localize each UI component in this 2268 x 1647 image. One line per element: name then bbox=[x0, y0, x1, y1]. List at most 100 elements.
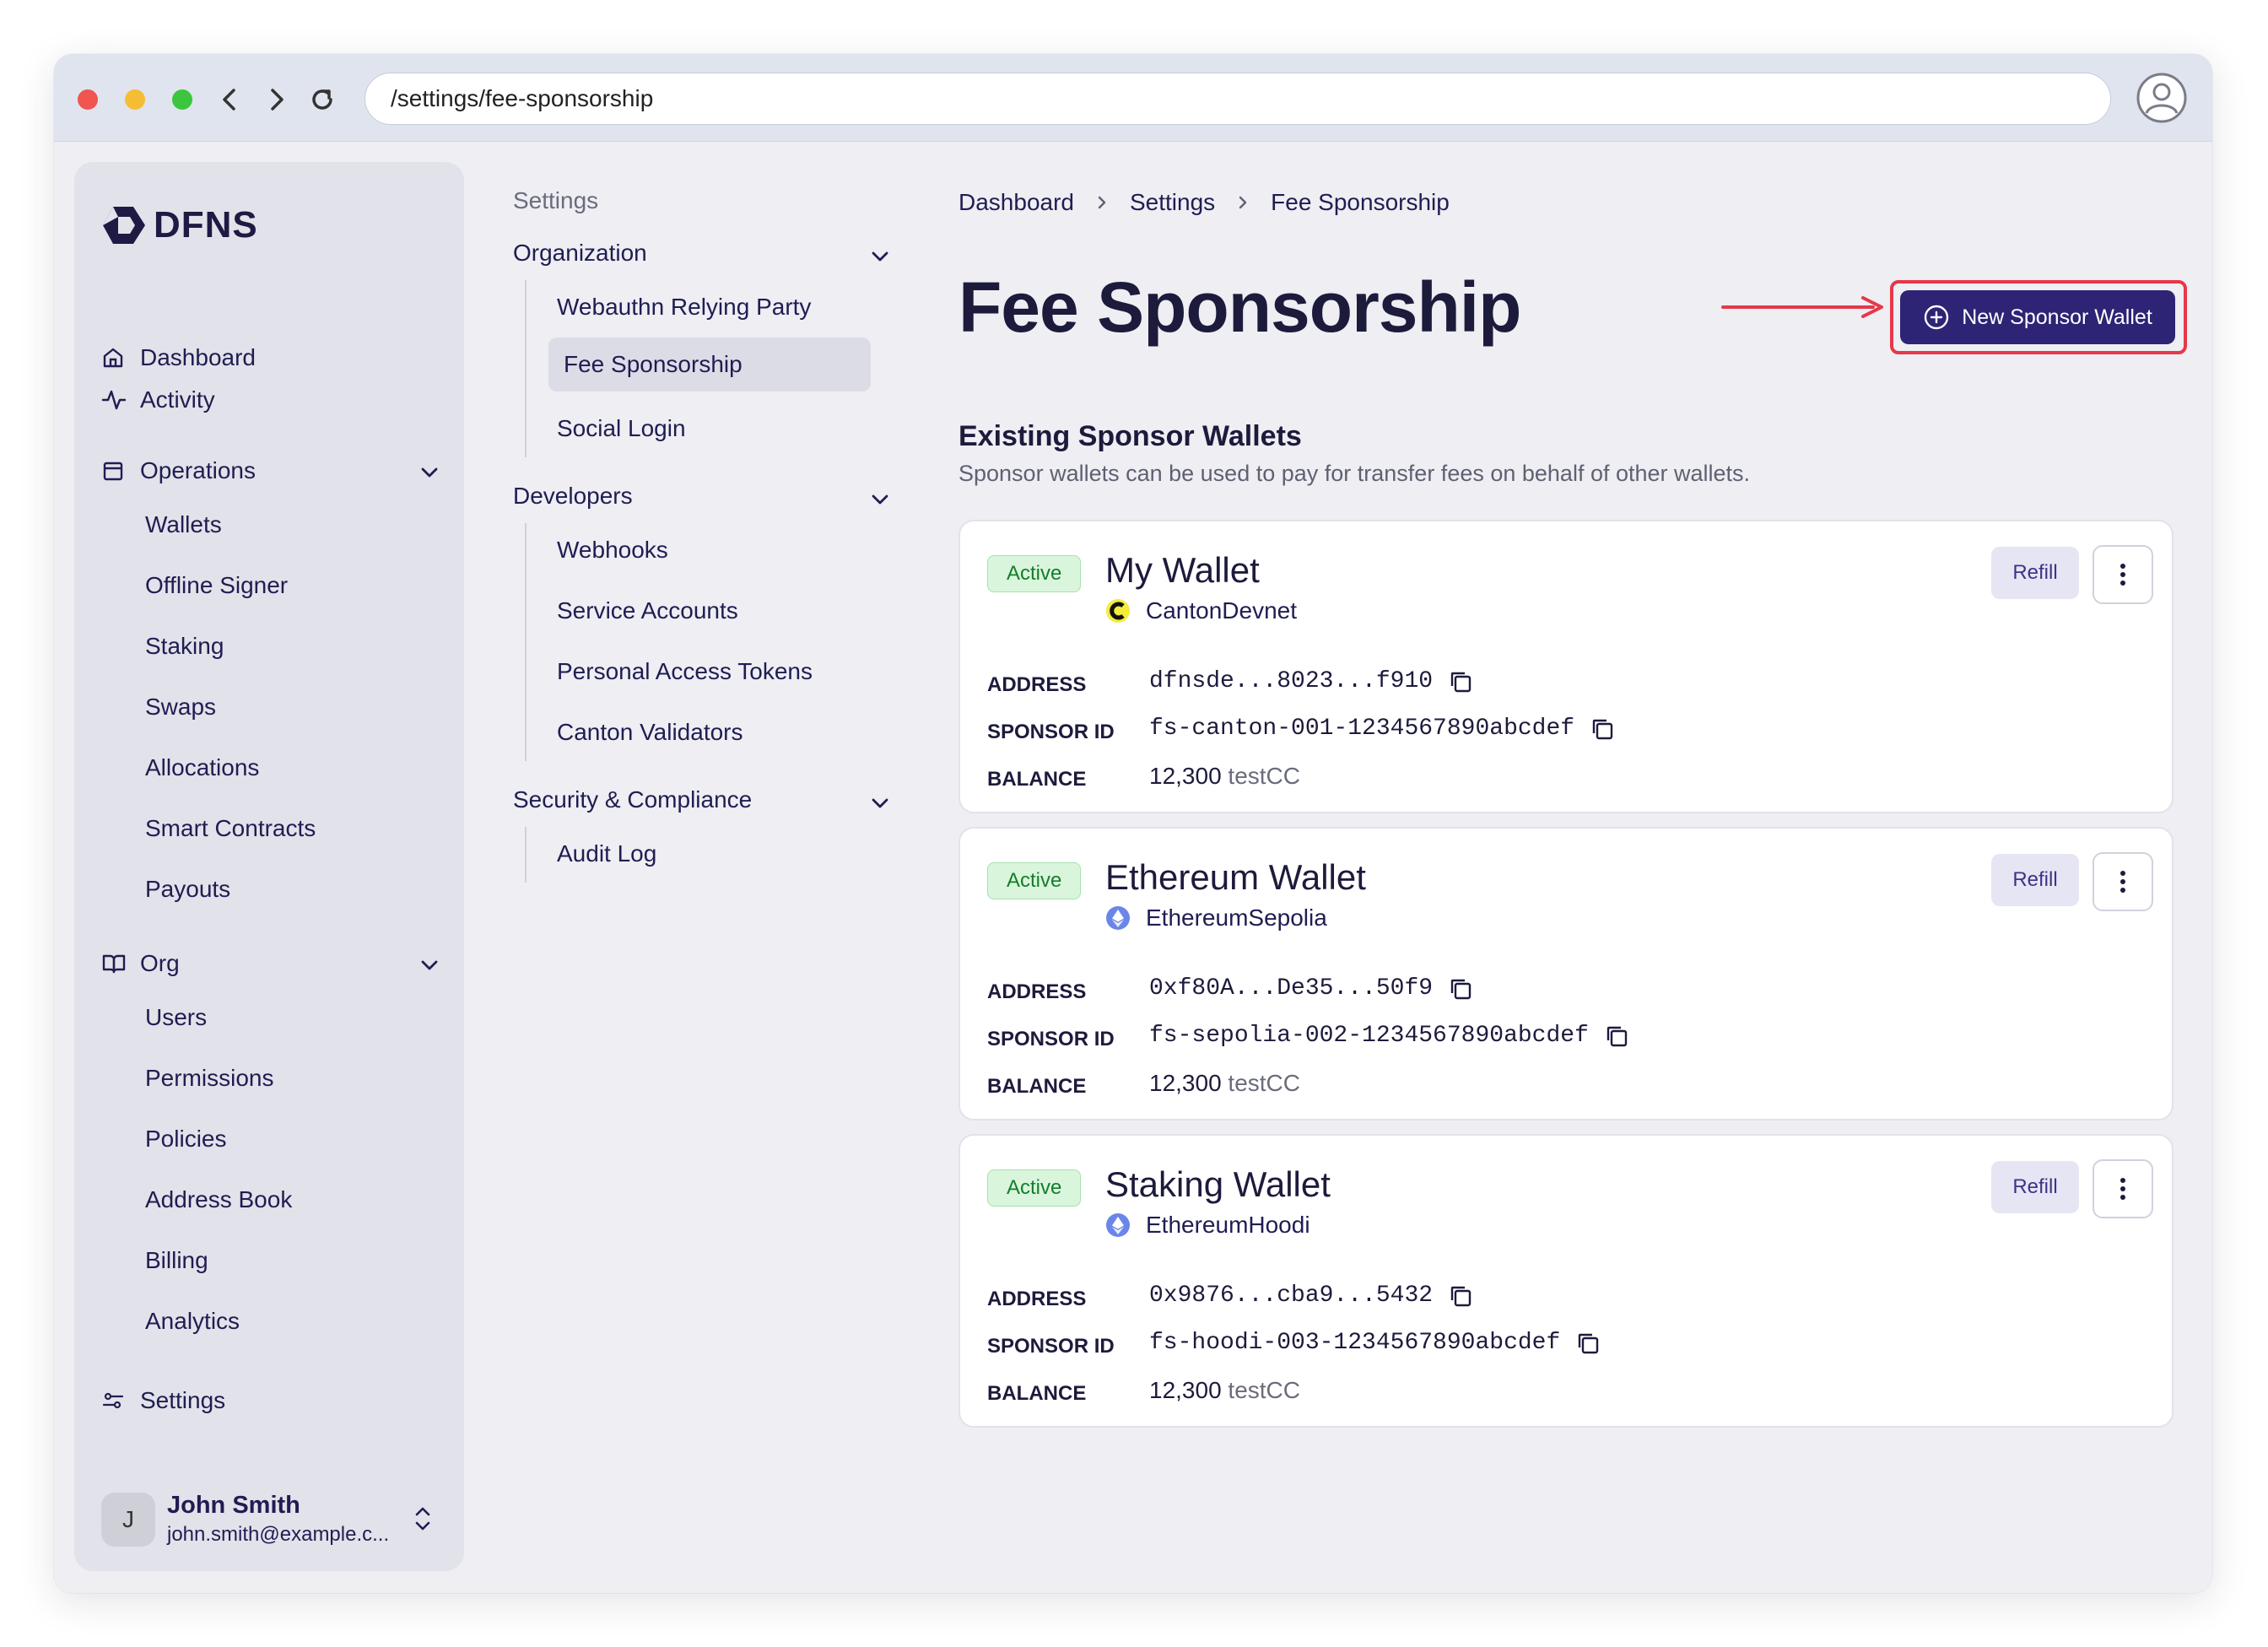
browser-toolbar: /settings/fee-sponsorship bbox=[54, 54, 2212, 142]
wallet-network: EthereumSepolia bbox=[1105, 904, 1327, 932]
close-window-button[interactable] bbox=[78, 89, 98, 110]
sidebar-item-wallets[interactable]: Wallets bbox=[145, 511, 222, 538]
settings-nav-title: Settings bbox=[513, 187, 599, 213]
user-menu[interactable]: J John Smith john.smith@example.c... bbox=[101, 1492, 430, 1547]
sidebar-item-label: Org bbox=[140, 950, 180, 976]
sidebar-item-label: Activity bbox=[140, 386, 215, 413]
settings-item-webhooks[interactable]: Webhooks bbox=[557, 537, 668, 564]
breadcrumb-dashboard[interactable]: Dashboard bbox=[958, 189, 1074, 216]
refill-button[interactable]: Refill bbox=[1991, 1161, 2079, 1213]
sidebar-item-staking[interactable]: Staking bbox=[145, 633, 224, 660]
copy-icon[interactable] bbox=[1448, 976, 1473, 1002]
settings-group-developers[interactable]: Developers bbox=[513, 483, 901, 510]
wallet-balance: 12,300 testCC bbox=[1149, 763, 1300, 790]
annotation-arrow bbox=[1721, 296, 1883, 318]
forward-icon[interactable] bbox=[260, 83, 294, 116]
sidebar-item-activity[interactable]: Activity bbox=[101, 386, 215, 413]
status-badge: Active bbox=[987, 1169, 1082, 1207]
settings-item-personal-access-tokens[interactable]: Personal Access Tokens bbox=[557, 658, 813, 685]
logo[interactable]: DFNS bbox=[101, 204, 258, 246]
settings-item-service-accounts[interactable]: Service Accounts bbox=[557, 597, 738, 624]
chevron-down-icon[interactable] bbox=[871, 241, 889, 268]
settings-item-fee-sponsorship[interactable]: Fee Sponsorship bbox=[548, 338, 871, 392]
sidebar-item-swaps[interactable]: Swaps bbox=[145, 694, 216, 721]
ethereum-icon bbox=[1105, 1212, 1131, 1238]
copy-icon[interactable] bbox=[1575, 1331, 1601, 1356]
breadcrumb-settings[interactable]: Settings bbox=[1130, 189, 1215, 216]
canton-icon bbox=[1105, 598, 1131, 624]
more-options-button[interactable] bbox=[2092, 545, 2153, 604]
balance-unit: testCC bbox=[1228, 763, 1300, 789]
more-options-button[interactable] bbox=[2092, 852, 2153, 911]
settings-group-label: Security & Compliance bbox=[513, 786, 753, 813]
status-badge: Active bbox=[987, 555, 1082, 592]
balance-value: 12,300 bbox=[1149, 1377, 1222, 1403]
sidebar-item-permissions[interactable]: Permissions bbox=[145, 1065, 273, 1092]
brand-name: DFNS bbox=[154, 204, 258, 246]
more-vertical-icon bbox=[2120, 564, 2125, 586]
back-icon[interactable] bbox=[213, 83, 246, 116]
wallet-balance: 12,300 testCC bbox=[1149, 1377, 1300, 1404]
user-name: John Smith bbox=[167, 1492, 300, 1519]
sidebar-item-smart-contracts[interactable]: Smart Contracts bbox=[145, 815, 316, 842]
copy-icon[interactable] bbox=[1590, 716, 1615, 742]
chevron-down-icon[interactable] bbox=[871, 788, 889, 815]
sponsor-id: fs-hoodi-003-1234567890abcdef bbox=[1149, 1330, 1601, 1356]
copy-icon[interactable] bbox=[1448, 1283, 1473, 1309]
sidebar-item-payouts[interactable]: Payouts bbox=[145, 876, 230, 903]
balance-label: BALANCE bbox=[987, 1075, 1087, 1098]
sidebar-item-org[interactable]: Org bbox=[101, 950, 439, 977]
section-description: Sponsor wallets can be used to pay for t… bbox=[958, 461, 1751, 486]
sliders-icon bbox=[101, 1388, 127, 1413]
home-icon bbox=[101, 345, 127, 370]
wallet-network-label: CantonDevnet bbox=[1146, 597, 1298, 624]
sponsor-id-label: SPONSOR ID bbox=[987, 1335, 1115, 1358]
sidebar-item-label: Operations bbox=[140, 457, 256, 483]
address-label: ADDRESS bbox=[987, 673, 1087, 696]
refill-button[interactable]: Refill bbox=[1991, 854, 2079, 906]
refill-button[interactable]: Refill bbox=[1991, 547, 2079, 599]
maximize-window-button[interactable] bbox=[172, 89, 192, 110]
chevron-down-icon[interactable] bbox=[871, 484, 889, 511]
reload-icon[interactable] bbox=[305, 83, 339, 116]
balance-label: BALANCE bbox=[987, 768, 1087, 791]
avatar: J bbox=[101, 1492, 155, 1547]
wallet-address-value: 0x9876...cba9...5432 bbox=[1149, 1282, 1434, 1309]
settings-group-organization[interactable]: Organization bbox=[513, 240, 901, 267]
chevron-up-down-icon[interactable] bbox=[413, 1504, 432, 1538]
settings-item-audit-log[interactable]: Audit Log bbox=[557, 840, 656, 867]
sidebar-item-policies[interactable]: Policies bbox=[145, 1126, 226, 1153]
sidebar-item-operations[interactable]: Operations bbox=[101, 457, 439, 484]
wallet-address-value: dfnsde...8023...f910 bbox=[1149, 668, 1434, 694]
sidebar-item-settings[interactable]: Settings bbox=[101, 1387, 225, 1414]
sidebar-item-dashboard[interactable]: Dashboard bbox=[101, 344, 256, 371]
sidebar-item-address-book[interactable]: Address Book bbox=[145, 1186, 292, 1213]
sponsor-id-value: fs-sepolia-002-1234567890abcdef bbox=[1149, 1023, 1589, 1049]
settings-item-canton-validators[interactable]: Canton Validators bbox=[557, 719, 743, 746]
settings-item-social-login[interactable]: Social Login bbox=[557, 415, 686, 442]
balance-unit: testCC bbox=[1228, 1377, 1300, 1403]
minimize-window-button[interactable] bbox=[125, 89, 145, 110]
wallet-address-value: 0xf80A...De35...50f9 bbox=[1149, 975, 1434, 1002]
operations-icon bbox=[101, 458, 127, 483]
activity-icon bbox=[101, 387, 127, 413]
sidebar-item-allocations[interactable]: Allocations bbox=[145, 754, 259, 781]
sidebar-item-analytics[interactable]: Analytics bbox=[145, 1308, 240, 1335]
copy-icon[interactable] bbox=[1448, 669, 1473, 694]
chevron-down-icon[interactable] bbox=[420, 457, 439, 484]
new-sponsor-wallet-button[interactable]: New Sponsor Wallet bbox=[1900, 290, 2175, 344]
settings-group-security-compliance[interactable]: Security & Compliance bbox=[513, 786, 901, 813]
more-options-button[interactable] bbox=[2092, 1159, 2153, 1218]
sidebar-item-users[interactable]: Users bbox=[145, 1004, 207, 1031]
chevron-down-icon[interactable] bbox=[420, 950, 439, 977]
ethereum-icon bbox=[1105, 905, 1131, 931]
wallet-balance: 12,300 testCC bbox=[1149, 1070, 1300, 1097]
sidebar-item-billing[interactable]: Billing bbox=[145, 1247, 208, 1274]
settings-item-webauthn[interactable]: Webauthn Relying Party bbox=[557, 294, 811, 321]
account-icon[interactable] bbox=[2135, 71, 2189, 125]
wallet-network: CantonDevnet bbox=[1105, 597, 1297, 624]
balance-unit: testCC bbox=[1228, 1070, 1300, 1096]
address-bar[interactable]: /settings/fee-sponsorship bbox=[364, 73, 2111, 125]
sidebar-item-offline-signer[interactable]: Offline Signer bbox=[145, 572, 288, 599]
copy-icon[interactable] bbox=[1604, 1023, 1629, 1049]
